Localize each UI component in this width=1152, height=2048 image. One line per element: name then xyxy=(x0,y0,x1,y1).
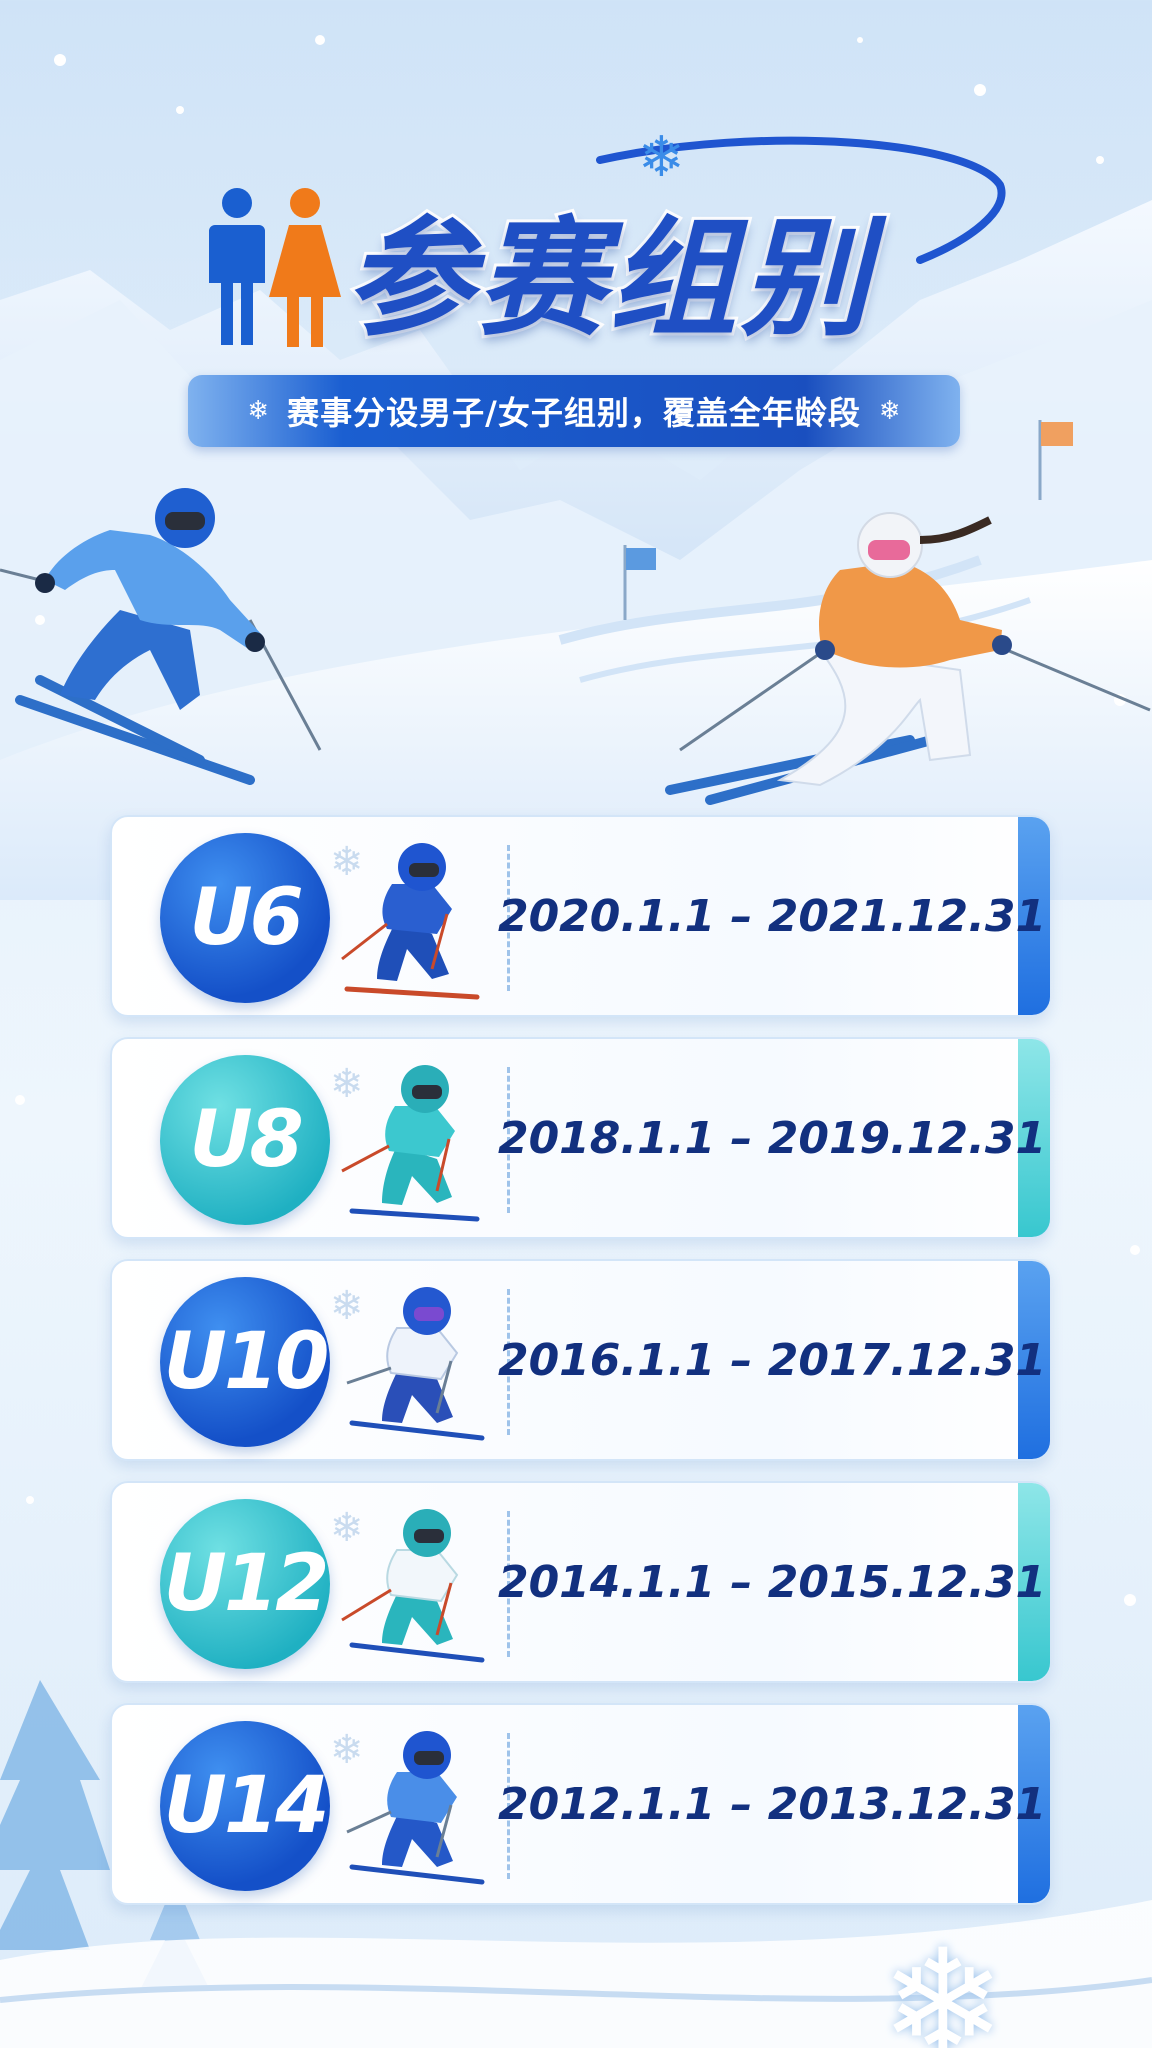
kid-skier-icon xyxy=(346,1731,485,1885)
birth-date-range: 2012.1.1 – 2013.12.31 xyxy=(497,1778,1047,1830)
kid-skier-icon xyxy=(346,1287,485,1441)
kid-skier-icon xyxy=(341,1065,480,1222)
age-group-card-u12: U12 ❄ 2014.1.1 – 2015.12.31 xyxy=(110,1481,1050,1683)
birth-date-range: 2018.1.1 – 2019.12.31 xyxy=(497,1112,1047,1164)
birth-date-range: 2016.1.1 – 2017.12.31 xyxy=(497,1334,1047,1386)
snowflake-icon: ❄ xyxy=(878,396,901,426)
kid-skier-icon xyxy=(341,843,480,1000)
subtitle-text: 赛事分设男子/女子组别，覆盖全年龄段 xyxy=(287,394,861,432)
age-group-card-u8: U8 ❄ 2018.1.1 – 2019.12.31 xyxy=(110,1037,1050,1239)
snowflake-icon: ❄ xyxy=(247,396,270,426)
birth-date-range: 2020.1.1 – 2021.12.31 xyxy=(497,890,1047,942)
group-badge: U6 xyxy=(160,833,330,1003)
snowflake-icon: ❄ xyxy=(880,1918,1006,2048)
male-skier-illustration xyxy=(0,488,322,785)
group-badge: U10 xyxy=(160,1277,330,1447)
age-group-card-u6: U6 ❄ 2020.1.1 – 2021.12.31 xyxy=(110,815,1050,1017)
subtitle-banner: ❄ 赛事分设男子/女子组别，覆盖全年龄段 ❄ xyxy=(188,375,960,447)
age-group-list: U6 ❄ 2020.1.1 – 2021.12.31 U8 ❄ 2018.1.1 xyxy=(110,815,1050,1925)
age-group-card-u14: U14 ❄ 2012.1.1 – 2013.12.31 xyxy=(110,1703,1050,1905)
group-badge: U8 xyxy=(160,1055,330,1225)
age-group-card-u10: U10 ❄ 2016.1.1 – 2017.12.31 xyxy=(110,1259,1050,1461)
female-skier-illustration xyxy=(665,512,1151,805)
page-title: 参赛组别 xyxy=(342,202,874,357)
birth-date-range: 2014.1.1 – 2015.12.31 xyxy=(497,1556,1047,1608)
kid-skier-icon xyxy=(341,1509,485,1663)
group-badge: U12 xyxy=(160,1499,330,1669)
male-female-icon xyxy=(209,188,341,347)
group-badge: U14 xyxy=(160,1721,330,1891)
